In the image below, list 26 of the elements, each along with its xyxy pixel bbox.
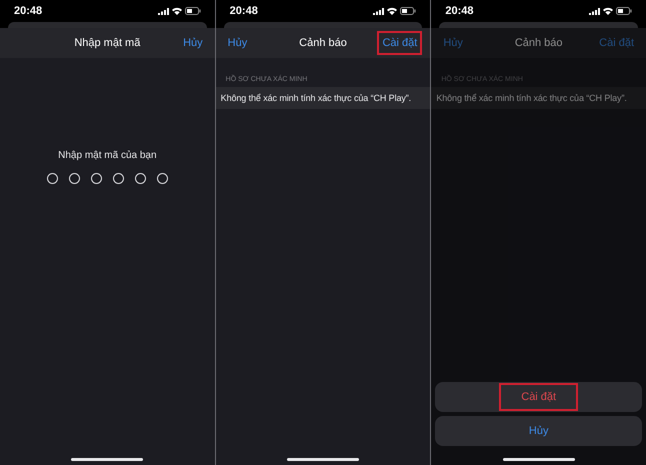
status-time: 20:48: [230, 5, 258, 17]
install-button[interactable]: Cài đặt: [377, 31, 422, 55]
home-indicator: [287, 458, 359, 461]
wifi-icon: [172, 7, 182, 15]
status-time: 20:48: [445, 5, 474, 17]
cancel-button[interactable]: Hủy: [435, 416, 642, 446]
status-time: 20:48: [14, 5, 42, 17]
install-button[interactable]: Cài đặt: [595, 32, 638, 54]
signal-icon: [158, 8, 169, 14]
battery-icon: [616, 7, 632, 15]
wifi-icon: [387, 7, 398, 15]
wifi-icon: [603, 7, 614, 15]
battery-icon: [184, 7, 201, 15]
cancel-button[interactable]: Hủy: [439, 32, 467, 54]
signal-icon: [373, 8, 384, 14]
signal-icon: [589, 8, 600, 14]
nav-title: Cảnh báo: [514, 37, 563, 49]
nav-title: Cảnh báo: [299, 37, 347, 49]
warning-message: Không thể xác minh tính xác thực của “CH Play”.: [431, 87, 646, 109]
cancel-button[interactable]: Hủy: [179, 32, 207, 54]
nav-title: Nhập mật mã: [74, 37, 140, 49]
battery-icon: [400, 7, 416, 15]
cancel-button[interactable]: Hủy: [224, 32, 252, 54]
passcode-prompt: Nhập mật mã của bạn: [58, 150, 157, 161]
install-button[interactable]: Cài đặt: [435, 382, 642, 412]
warning-message: Không thể xác minh tính xác thực của “CH Play”.: [216, 87, 430, 109]
